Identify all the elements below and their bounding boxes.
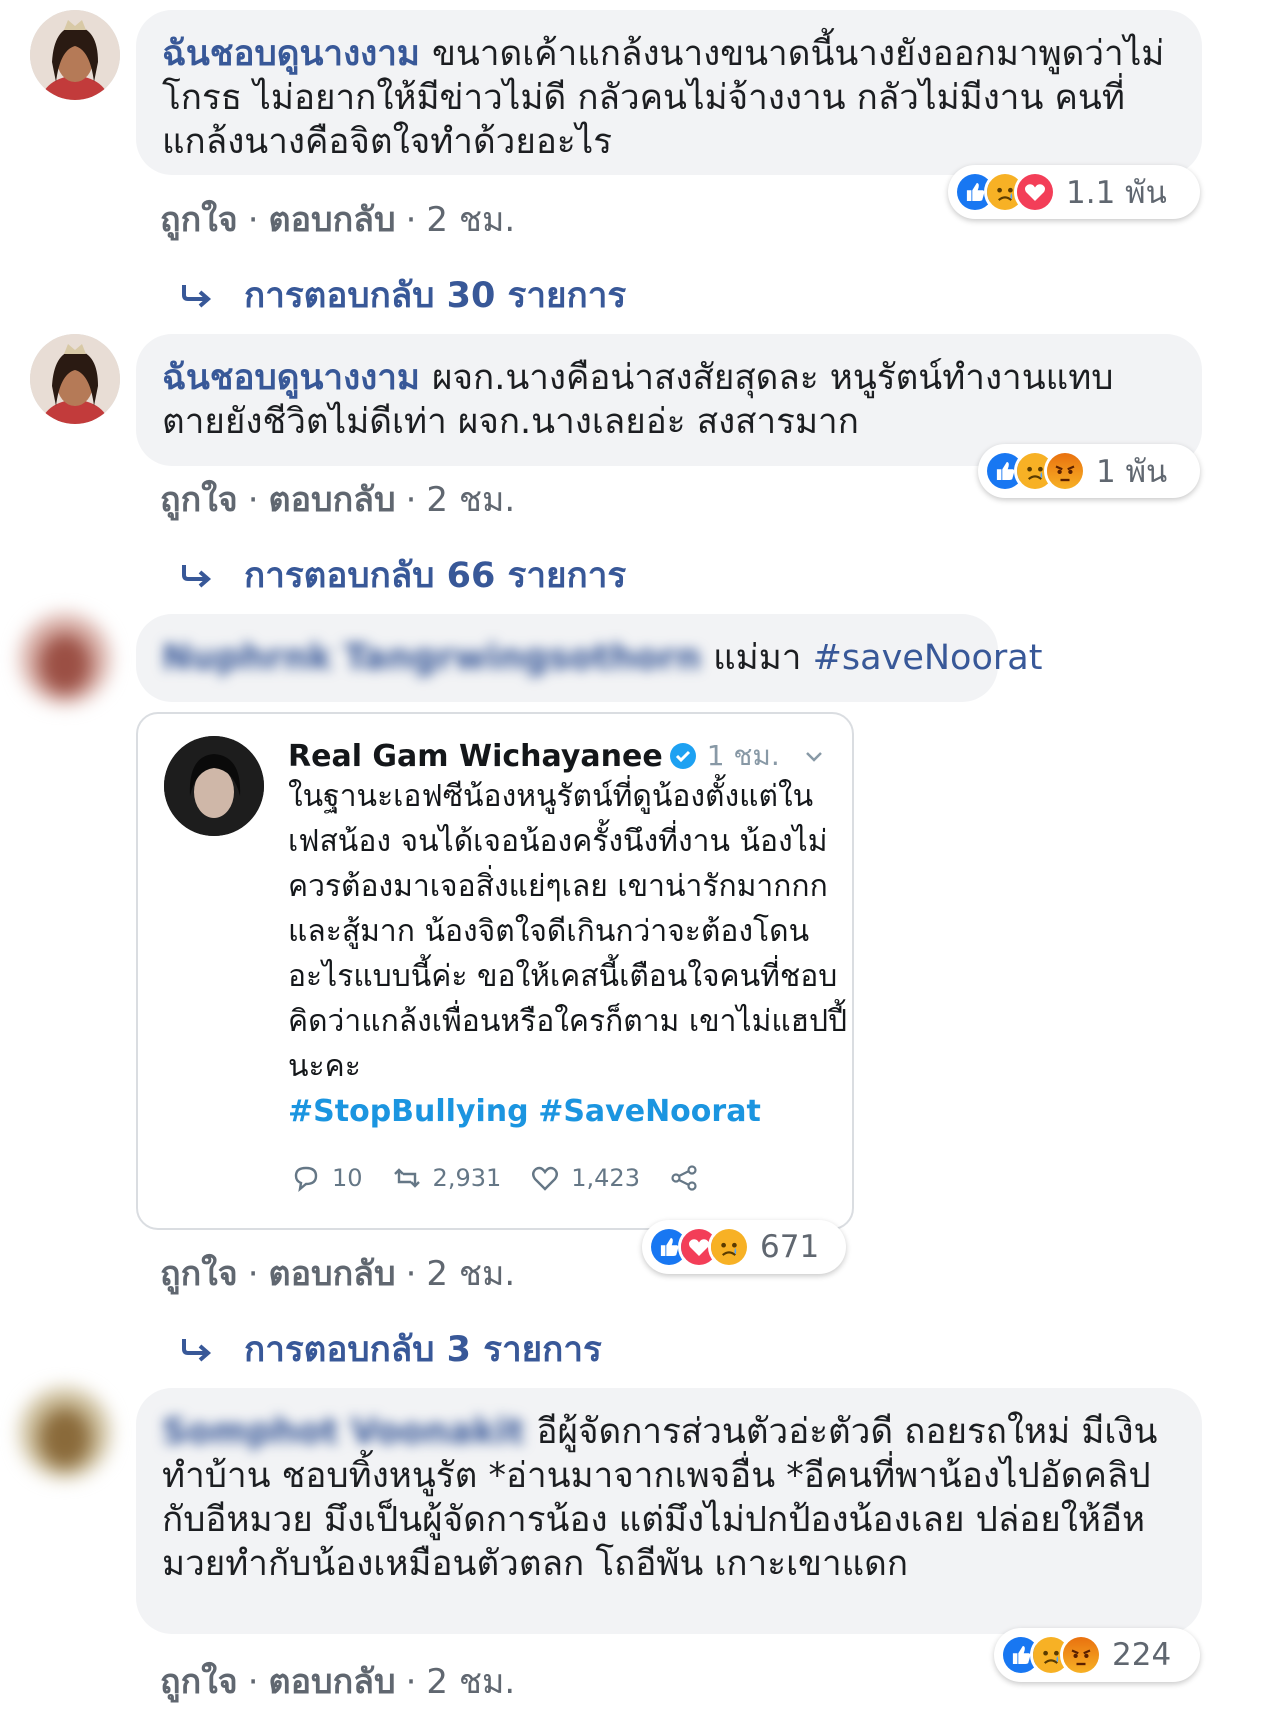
reaction-count: 224 <box>1112 1637 1172 1673</box>
like-link[interactable]: ถูกใจ <box>160 1662 238 1702</box>
reply-arrow-icon <box>182 564 212 588</box>
separator-dot: · <box>247 480 259 520</box>
comment-actions: ถูกใจ · ตอบกลับ · 2 ชม. <box>160 192 515 246</box>
comment-actions: ถูกใจ · ตอบกลับ · 2 ชม. <box>160 1654 515 1708</box>
reaction-count: 671 <box>760 1229 820 1265</box>
tweet-time: 1 ชม. <box>706 739 780 772</box>
profile-photo <box>20 614 110 704</box>
separator-dot: · <box>405 1662 417 1702</box>
avatar[interactable] <box>20 614 110 704</box>
avatar[interactable] <box>30 334 120 424</box>
like-link[interactable]: ถูกใจ <box>160 200 238 240</box>
profile-photo <box>30 334 120 424</box>
comment-bubble: Nuphrnk Tangrwingsothorn แม่มา #saveNoora… <box>136 614 1042 702</box>
tweet-hashtag: #StopBullying <box>288 1094 529 1129</box>
sad-icon <box>708 1226 750 1268</box>
comment-author[interactable]: Nuphrnk Tangrwingsothorn <box>162 638 701 678</box>
share-icon <box>671 1165 697 1191</box>
reply-link[interactable]: ตอบกลับ <box>269 1662 396 1702</box>
love-icon <box>1014 171 1056 213</box>
tweet-retweet-count: 2,931 <box>432 1164 502 1192</box>
avatar[interactable] <box>30 10 120 100</box>
comment-time[interactable]: 2 ชม. <box>426 200 515 240</box>
separator-dot: · <box>405 200 417 240</box>
replies-count: การตอบกลับ 3 รายการ <box>244 1330 602 1370</box>
reply-arrow-icon <box>182 1338 212 1362</box>
tweet-like-count: 1,423 <box>571 1164 640 1192</box>
tweet-retweet-stat: 2,931 <box>391 1162 502 1194</box>
separator-dot: · <box>247 1662 259 1702</box>
tweet-body-text: ในฐานะเอฟซีน้องหนูรัตน์ที่ดูน้องตั้งแต่ใ… <box>288 779 848 1084</box>
tweet-avatar <box>164 736 264 836</box>
retweet-icon <box>393 1168 420 1188</box>
tweet-share-stat <box>668 1162 710 1194</box>
profile-photo <box>30 10 120 100</box>
comment-time[interactable]: 2 ชม. <box>426 1254 515 1294</box>
view-replies-link[interactable]: การตอบกลับ 66 รายการ <box>180 548 626 603</box>
profile-photo <box>20 1388 110 1478</box>
reaction-summary[interactable]: 671 <box>642 1220 846 1274</box>
reply-link[interactable]: ตอบกลับ <box>269 200 396 240</box>
tweet-stats: 10 2,931 1,423 <box>290 1162 738 1194</box>
reply-link[interactable]: ตอบกลับ <box>269 480 396 520</box>
reaction-summary[interactable]: 1.1 พัน <box>948 165 1200 219</box>
comment-author[interactable]: Somphot Voonakit <box>162 1412 524 1452</box>
heart-outline-icon <box>532 1166 559 1191</box>
like-link[interactable]: ถูกใจ <box>160 1254 238 1294</box>
comment-time[interactable]: 2 ชม. <box>426 1662 515 1702</box>
angry-icon <box>1044 450 1086 492</box>
reply-bubble-icon <box>294 1166 318 1192</box>
comment-time[interactable]: 2 ชม. <box>426 480 515 520</box>
like-link[interactable]: ถูกใจ <box>160 480 238 520</box>
tweet-profile-photo <box>164 736 264 836</box>
separator-dot: · <box>247 200 259 240</box>
reply-link[interactable]: ตอบกลับ <box>269 1254 396 1294</box>
comment-bubble: ฉันชอบดูนางงาม ขนาดเค้าแกล้งนางขนาดนี้นาง… <box>136 10 1202 175</box>
separator-dot: · <box>405 480 417 520</box>
comment-author[interactable]: ฉันชอบดูนางงาม <box>162 358 420 398</box>
hashtag-link[interactable]: #saveNoorat <box>813 638 1043 678</box>
tweet-reply-count: 10 <box>332 1164 363 1192</box>
angry-icon <box>1060 1634 1102 1676</box>
tweet-author-name: Real Gam Wichayanee <box>288 738 663 774</box>
separator-dot: · <box>405 1254 417 1294</box>
reply-arrow-icon <box>182 284 212 308</box>
tweet-reply-stat: 10 <box>290 1162 363 1194</box>
reaction-count: 1.1 พัน <box>1066 175 1167 211</box>
comment-bubble: Somphot Voonakit อีผู้จัดการส่วนตัวอ่ะตัว… <box>136 1388 1202 1634</box>
replies-count: การตอบกลับ 66 รายการ <box>244 556 627 596</box>
comment-actions: ถูกใจ · ตอบกลับ · 2 ชม. <box>160 1246 515 1300</box>
separator-dot: · <box>247 1254 259 1294</box>
replies-count: การตอบกลับ 30 รายการ <box>244 276 627 316</box>
tweet-text: ในฐานะเอฟซีน้องหนูรัตน์ที่ดูน้องตั้งแต่ใ… <box>288 774 848 1134</box>
tweet-hashtag: #SaveNoorat <box>538 1094 761 1129</box>
comment-text: แม่มา <box>713 638 802 678</box>
reaction-count: 1 พัน <box>1096 454 1168 490</box>
embedded-tweet-image[interactable]: Real Gam Wichayanee 1 ชม. ในฐานะเอฟซีน้อ… <box>136 712 854 1230</box>
tweet-like-stat: 1,423 <box>529 1162 640 1194</box>
avatar[interactable] <box>20 1388 110 1478</box>
chevron-down-icon <box>805 752 822 762</box>
comment-author[interactable]: ฉันชอบดูนางงาม <box>162 34 420 74</box>
reaction-summary[interactable]: 224 <box>994 1628 1200 1682</box>
view-replies-link[interactable]: การตอบกลับ 3 รายการ <box>180 1322 602 1377</box>
tweet-header: Real Gam Wichayanee 1 ชม. <box>288 734 826 778</box>
comment-actions: ถูกใจ · ตอบกลับ · 2 ชม. <box>160 472 515 526</box>
verified-badge-icon <box>669 743 696 769</box>
view-replies-link[interactable]: การตอบกลับ 30 รายการ <box>180 268 626 323</box>
reaction-summary[interactable]: 1 พัน <box>978 444 1200 498</box>
